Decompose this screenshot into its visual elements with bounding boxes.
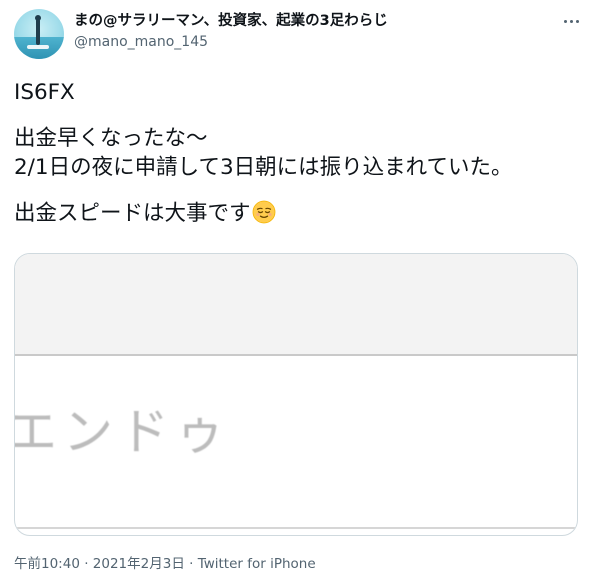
- tweet-time[interactable]: 午前10:40: [14, 556, 80, 572]
- tweet-text: IS6FX 出金早くなったな～ 2/1日の夜に申請して3日朝には振り込まれていた…: [14, 78, 584, 228]
- screenshot-window-text: エンドゥ: [14, 403, 231, 461]
- screenshot-divider: [15, 354, 577, 356]
- tweet-meta: 午前10:40 · 2021年2月3日 · Twitter for iPhone: [14, 554, 316, 574]
- author-display-name[interactable]: まの@サラリーマン、投資家、起業の3足わらじ: [74, 11, 388, 31]
- tweet: まの@サラリーマン、投資家、起業の3足わらじ @mano_mano_145 IS…: [0, 0, 595, 585]
- avatar-board: [27, 45, 49, 49]
- more-horizontal-icon: [562, 19, 580, 23]
- meta-separator: ·: [79, 556, 93, 572]
- media-image[interactable]: エンドゥ: [14, 253, 578, 536]
- author-handle[interactable]: @mano_mano_145: [74, 32, 208, 52]
- screenshot-bottom-line: [15, 527, 577, 529]
- avatar[interactable]: [14, 9, 64, 59]
- tweet-source[interactable]: Twitter for iPhone: [198, 556, 316, 572]
- tweet-text-line-4-text: 出金スピードは大事です: [14, 201, 251, 226]
- relieved-face-icon: [252, 200, 276, 224]
- screenshot-titlebar: [15, 254, 577, 354]
- tweet-date[interactable]: 2021年2月3日: [93, 556, 185, 572]
- tweet-text-line-3: 2/1日の夜に申請して3日朝には振り込まれていた。: [14, 155, 513, 180]
- meta-separator: ·: [184, 556, 198, 572]
- avatar-person: [36, 19, 40, 45]
- tweet-text-line-2: 出金早くなったな～: [14, 126, 208, 151]
- more-options-button[interactable]: [556, 8, 586, 34]
- tweet-text-line-1: IS6FX: [14, 80, 75, 105]
- tweet-text-line-4: 出金スピードは大事です: [14, 199, 584, 228]
